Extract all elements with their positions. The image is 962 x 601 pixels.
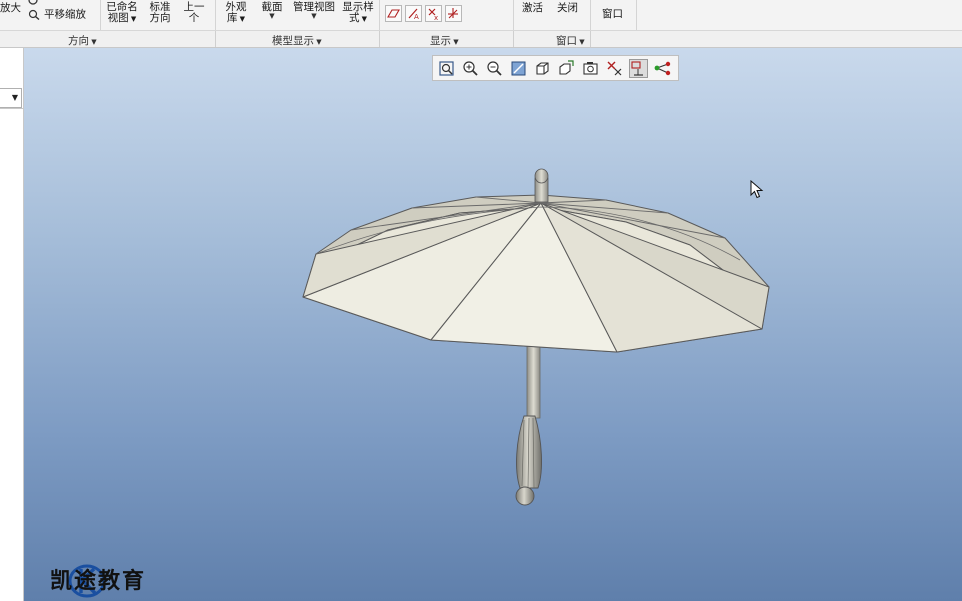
watermark-text: 凯途教育 [50,568,147,594]
umbrella-top-knob [534,168,549,203]
umbrella-model[interactable] [0,0,962,601]
umbrella-handle [515,415,542,506]
umbrella-canopy [302,194,770,353]
umbrella-shaft [526,337,541,419]
mouse-cursor [750,180,764,199]
